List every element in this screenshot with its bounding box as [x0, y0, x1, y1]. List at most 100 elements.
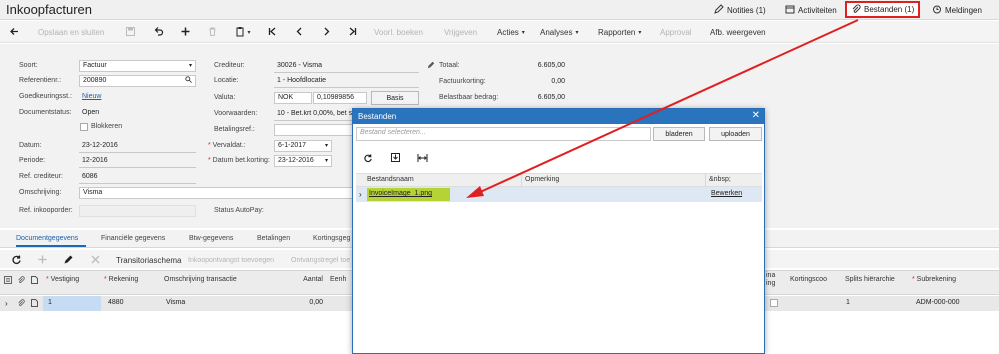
creditor-ref-field[interactable]: 6086 [79, 173, 196, 184]
tab-financial-details[interactable]: Financiële gegevens [101, 235, 165, 242]
approval-button[interactable]: Approval [660, 21, 692, 43]
row-splits-value: 1 [846, 299, 850, 306]
analyses-label: Analyses [540, 27, 573, 37]
extra-column-header[interactable]: &nbsp; [709, 176, 731, 183]
comment-column-header[interactable]: Opmerking [525, 176, 559, 183]
location-field[interactable]: 1 - Hoofdlocatie [274, 77, 419, 88]
due-date-label-text: Vervaldat.: [212, 142, 246, 149]
due-date-field[interactable]: 6-1-2017 ▾ [274, 140, 332, 152]
unit-column-header[interactable]: Eenh [330, 276, 346, 283]
refresh-icon[interactable] [363, 153, 373, 165]
row-expand-icon[interactable]: › [359, 190, 362, 199]
page-title: Inkoopfacturen [6, 2, 93, 17]
pa-column-header[interactable]: ina ing [766, 272, 775, 288]
file-link[interactable]: InvoiceImage_1.png [369, 190, 432, 197]
export-icon[interactable] [390, 152, 401, 165]
tab-tax-details[interactable]: Btw-gegevens [189, 235, 233, 242]
reference-field[interactable]: 200890 [79, 75, 196, 87]
edit-total-icon[interactable] [427, 61, 435, 71]
add-receipt-line-button[interactable]: Ontvangstregel toe [291, 249, 350, 271]
period-field[interactable]: 12-2016 [79, 157, 196, 168]
row-note-icon[interactable] [31, 299, 38, 309]
discount-code-column-header[interactable]: Kortingscoo [790, 276, 827, 283]
row-description-value: Visma [166, 299, 186, 306]
purchase-order-label: Ref. inkooporder: [19, 207, 73, 214]
notifications-button[interactable]: Meldingen [932, 3, 982, 17]
row-pa-checkbox[interactable] [770, 299, 778, 307]
undo-button[interactable] [151, 21, 165, 43]
row-quantity-value: 0,00 [309, 299, 323, 306]
files-label: Bestanden (1) [864, 5, 915, 14]
row-attachment-icon[interactable] [17, 299, 25, 309]
autopay-label: Status AutoPay: [214, 207, 264, 214]
blocked-checkbox[interactable] [80, 123, 88, 131]
previous-record-button[interactable] [293, 21, 305, 43]
currency-code-field[interactable]: NOK [274, 92, 312, 104]
document-status-label: Documentstatus: [19, 109, 72, 116]
add-receipt-button[interactable]: Inkoopontvangst toevoegen [188, 249, 274, 271]
currency-rate-field[interactable]: 0,10989856 [313, 92, 367, 104]
reference-label: Referentienr.: [19, 77, 62, 84]
type-select[interactable]: Factuur ▾ [79, 60, 196, 72]
account-column-header[interactable]: * Rekening [104, 276, 138, 283]
row-selector-icon [4, 276, 12, 286]
dialog-title-bar: Bestanden [353, 109, 764, 124]
back-button[interactable] [6, 21, 22, 43]
tab-document-details[interactable]: Documentgegevens [16, 235, 78, 242]
row-account-value: 4880 [108, 299, 124, 306]
transition-schedule-button[interactable]: Transitoriaschema [116, 249, 182, 271]
last-record-button[interactable] [346, 21, 358, 43]
date-field[interactable]: 23-12-2016 [79, 142, 196, 153]
splits-column-header[interactable]: Splits hiërarchie [845, 276, 895, 283]
purchase-order-field[interactable] [79, 205, 196, 217]
alarm-clock-icon [932, 4, 942, 16]
save-close-button[interactable]: Opslaan en sluiten [38, 21, 104, 43]
subaccount-column-header[interactable]: * Subrekening [912, 276, 956, 283]
tab-payments[interactable]: Betalingen [257, 235, 290, 242]
tab-discounts[interactable]: Kortingsgeg [313, 235, 350, 242]
approval-status-link[interactable]: Nieuw [82, 93, 101, 100]
discount-date-field[interactable]: 23-12-2016 ▾ [274, 155, 332, 167]
analyses-menu[interactable]: Analyses ▾ [540, 21, 578, 43]
browse-button[interactable]: bladeren [653, 127, 705, 141]
delete-button[interactable] [205, 21, 219, 43]
reference-value: 200890 [83, 77, 107, 84]
release-button[interactable]: Vrijgeven [444, 21, 477, 43]
currency-label: Valuta: [214, 94, 236, 101]
branch-column-header[interactable]: * Vestiging [46, 276, 79, 283]
filename-column-header[interactable]: Bestandsnaam [367, 176, 414, 183]
first-record-button[interactable] [266, 21, 278, 43]
creditor-field[interactable]: 30026 - Visma [274, 62, 419, 73]
currency-base-button[interactable]: Basis [371, 91, 419, 105]
search-icon[interactable] [185, 76, 192, 85]
grid-edit-button[interactable] [62, 249, 74, 271]
file-select-input[interactable]: Bestand selecteren... [356, 127, 651, 141]
refresh-icon [11, 254, 22, 267]
calendar-icon [785, 4, 795, 16]
chevron-down-icon: ▾ [188, 63, 192, 69]
copy-paste-button[interactable]: ▾ [232, 21, 254, 43]
actions-menu[interactable]: Acties ▾ [497, 21, 525, 43]
row-expand-icon[interactable]: › [5, 299, 8, 308]
files-button[interactable]: Bestanden (1) [845, 1, 921, 18]
next-record-button[interactable] [320, 21, 332, 43]
add-button[interactable] [178, 21, 192, 43]
reports-menu[interactable]: Rapporten ▾ [598, 21, 641, 43]
upload-button[interactable]: uploaden [709, 127, 762, 141]
clipboard-icon [235, 26, 246, 39]
save-button[interactable] [123, 21, 137, 43]
quantity-column-header[interactable]: Aantal [290, 276, 323, 283]
dialog-close-icon[interactable]: ✕ [752, 110, 760, 121]
notes-button[interactable]: Notities (1) [714, 3, 766, 17]
description-column-header[interactable]: Omschrijving transactie [164, 276, 237, 283]
plus-icon [180, 26, 191, 39]
grid-add-button[interactable] [36, 249, 48, 271]
activities-button[interactable]: Activiteiten [785, 3, 837, 17]
image-view-button[interactable]: Afb. weergeven [710, 21, 766, 43]
preview-post-button[interactable]: Voorl. boeken [374, 21, 423, 43]
grid-refresh-button[interactable] [10, 249, 22, 271]
document-status-value: Open [82, 109, 100, 116]
grid-delete-button[interactable] [89, 249, 101, 271]
edit-file-link[interactable]: Bewerken [711, 190, 742, 197]
fit-columns-icon[interactable] [417, 153, 428, 165]
